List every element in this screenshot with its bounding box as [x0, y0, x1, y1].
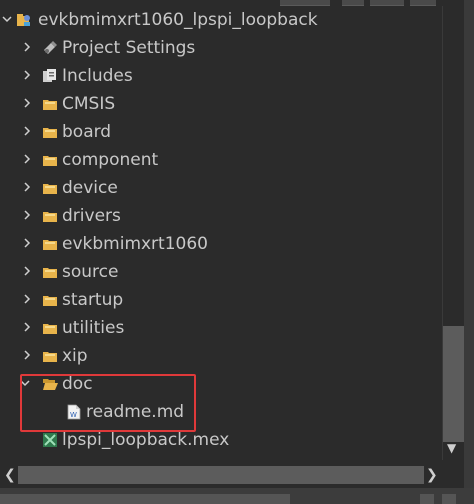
- tree-item-startup[interactable]: startup: [0, 286, 442, 314]
- chevron-right-icon[interactable]: [22, 264, 32, 278]
- folder-icon: [43, 128, 57, 138]
- tree-item-project[interactable]: evkbmimxrt1060_lpspi_loopback: [0, 6, 442, 34]
- tree-item-utilities[interactable]: utilities: [0, 314, 442, 342]
- folder-icon: [43, 156, 57, 166]
- tree-item-label: utilities: [62, 318, 125, 338]
- folder-icon: [43, 268, 57, 278]
- project-tree: evkbmimxrt1060_lpspi_loopback Project Se…: [0, 6, 442, 460]
- tree-item-label: CMSIS: [62, 94, 116, 114]
- chevron-right-icon[interactable]: [22, 348, 32, 362]
- tree-item-mex[interactable]: lpspi_loopback.mex: [0, 426, 442, 454]
- tree-item-label: doc: [62, 374, 93, 394]
- tree-item-board[interactable]: board: [0, 118, 442, 146]
- tree-item-label: drivers: [62, 206, 121, 226]
- tree-item-label: component: [62, 150, 159, 170]
- mex-file-icon: [43, 433, 57, 447]
- chevron-right-icon[interactable]: [22, 180, 32, 194]
- status-segment: [0, 494, 290, 504]
- folder-icon: [43, 212, 57, 222]
- tree-item-readme[interactable]: W readme.md: [0, 398, 442, 426]
- panel-edge: [464, 0, 474, 504]
- folder-icon: [43, 184, 57, 194]
- chevron-right-icon[interactable]: [22, 68, 32, 82]
- chevron-right-icon[interactable]: [22, 236, 32, 250]
- tree-item-label: startup: [62, 290, 124, 310]
- folder-icon: [43, 240, 57, 250]
- project-explorer: evkbmimxrt1060_lpspi_loopback Project Se…: [0, 0, 474, 504]
- chevron-right-icon[interactable]: [22, 96, 32, 110]
- tree-item-evkbmimxrt1060[interactable]: evkbmimxrt1060: [0, 230, 442, 258]
- folder-icon: [43, 296, 57, 306]
- horizontal-scrollbar[interactable]: ❮ ❯: [0, 462, 442, 488]
- tree-item-device[interactable]: device: [0, 174, 442, 202]
- tree-item-label: lpspi_loopback.mex: [62, 430, 230, 450]
- tree-item-includes[interactable]: Includes: [0, 62, 442, 90]
- tree-item-label: board: [62, 122, 112, 142]
- chevron-right-icon[interactable]: [22, 40, 32, 54]
- scroll-left-icon[interactable]: ❮: [4, 467, 16, 483]
- svg-text:W: W: [70, 411, 77, 419]
- chevron-right-icon[interactable]: [22, 152, 32, 166]
- tree-item-label: Project Settings: [62, 38, 196, 58]
- markdown-file-icon: W: [67, 404, 81, 420]
- tree-item-drivers[interactable]: drivers: [0, 202, 442, 230]
- tree-item-source[interactable]: source: [0, 258, 442, 286]
- tree-item-xip[interactable]: xip: [0, 342, 442, 370]
- open-folder-icon: [43, 379, 58, 390]
- chevron-down-icon[interactable]: [2, 12, 12, 26]
- folder-icon: [43, 352, 57, 362]
- tree-item-doc[interactable]: doc: [0, 370, 442, 398]
- chevron-right-icon[interactable]: [22, 208, 32, 222]
- scroll-down-icon[interactable]: ▼: [447, 442, 456, 454]
- tree-item-label: evkbmimxrt1060: [62, 234, 208, 254]
- status-button[interactable]: [442, 494, 456, 504]
- settings-icon: [44, 41, 57, 54]
- includes-icon: [43, 69, 56, 82]
- tree-item-label: readme.md: [86, 402, 185, 422]
- scroll-right-icon[interactable]: ❯: [426, 467, 438, 483]
- tree-item-label: device: [62, 178, 118, 198]
- horizontal-scroll-thumb[interactable]: [18, 466, 424, 484]
- tree-item-label: Includes: [62, 66, 133, 86]
- chevron-down-icon[interactable]: [20, 376, 30, 390]
- tree-item-project-settings[interactable]: Project Settings: [0, 34, 442, 62]
- project-name: evkbmimxrt1060_lpspi_loopback: [38, 10, 318, 30]
- folder-icon: [43, 100, 57, 110]
- vertical-scroll-thumb[interactable]: [443, 326, 465, 442]
- chevron-right-icon[interactable]: [22, 292, 32, 306]
- tree-item-component[interactable]: component: [0, 146, 442, 174]
- tree-item-label: xip: [62, 346, 88, 366]
- project-icon: [17, 14, 30, 26]
- tree-item-label: source: [62, 262, 119, 282]
- status-strip: [0, 488, 474, 504]
- vertical-scrollbar[interactable]: ▼: [442, 6, 465, 460]
- chevron-right-icon[interactable]: [22, 320, 32, 334]
- chevron-right-icon[interactable]: [22, 124, 32, 138]
- tree-item-cmsis[interactable]: CMSIS: [0, 90, 442, 118]
- status-button[interactable]: [420, 494, 434, 504]
- folder-icon: [43, 324, 57, 334]
